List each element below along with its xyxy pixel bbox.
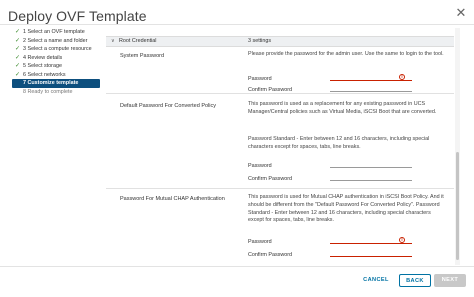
step-label: 6 Select networks bbox=[23, 71, 66, 78]
step-5[interactable]: ✓ 5 Select storage bbox=[12, 62, 100, 71]
converted-password-input[interactable] bbox=[330, 161, 412, 168]
footer-divider bbox=[0, 266, 474, 267]
step-label: 4 Review details bbox=[23, 54, 63, 61]
close-icon[interactable]: ✕ bbox=[454, 6, 468, 20]
wizard-steps: ✓ 1 Select an OVF template ✓ 2 Select a na… bbox=[12, 28, 100, 96]
confirm-password-label: Confirm Password bbox=[248, 87, 293, 93]
customize-template-panel: ∨ Root Credential 3 settings System Pass… bbox=[106, 28, 454, 265]
step-3[interactable]: ✓ 3 Select a compute resource bbox=[12, 45, 100, 54]
next-button[interactable]: NEXT bbox=[434, 274, 466, 287]
error-icon: ! bbox=[399, 237, 405, 243]
system-confirm-password-input[interactable] bbox=[330, 85, 412, 92]
check-icon: ✓ bbox=[14, 46, 21, 52]
converted-confirm-password-input[interactable] bbox=[330, 174, 412, 181]
chevron-down-icon[interactable]: ∨ bbox=[111, 37, 115, 46]
check-icon: ✓ bbox=[14, 37, 21, 44]
password-label: Password bbox=[248, 163, 272, 169]
section-root-credential[interactable]: ∨ Root Credential 3 settings bbox=[106, 36, 454, 47]
check-icon: ✓ bbox=[14, 63, 21, 69]
step-1[interactable]: ✓ 1 Select an OVF template bbox=[12, 28, 100, 37]
property-description: This password is used for Mutual CHAP au… bbox=[248, 194, 444, 224]
vertical-scrollbar-thumb[interactable] bbox=[456, 152, 459, 260]
property-converted-password: Default Password For Converted Policy Th… bbox=[106, 94, 454, 189]
property-label: Default Password For Converted Policy bbox=[120, 103, 216, 109]
property-chap-password: Password For Mutual CHAP Authentication … bbox=[106, 189, 454, 265]
step-label: 3 Select a compute resource bbox=[23, 46, 92, 52]
confirm-password-label: Confirm Password bbox=[248, 176, 293, 182]
step-7[interactable]: 7 Customize template bbox=[12, 79, 100, 88]
back-button[interactable]: BACK bbox=[399, 274, 431, 287]
step-4[interactable]: ✓ 4 Review details bbox=[12, 54, 100, 63]
property-description: This password is used as a replacement f… bbox=[248, 101, 437, 115]
step-label: 2 Select a name and folder bbox=[23, 37, 88, 44]
step-2[interactable]: ✓ 2 Select a name and folder bbox=[12, 37, 100, 46]
chap-confirm-password-input[interactable] bbox=[330, 250, 412, 257]
step-label: 5 Select storage bbox=[23, 63, 62, 69]
dialog-title: Deploy OVF Template bbox=[8, 8, 147, 24]
step-8: 8 Ready to complete bbox=[12, 88, 100, 97]
property-description: Please provide the password for the admi… bbox=[248, 51, 444, 57]
check-icon: ✓ bbox=[14, 29, 21, 35]
property-system-password: System Password Please provide the passw… bbox=[106, 47, 454, 94]
error-icon: ! bbox=[399, 74, 405, 80]
deploy-ovf-dialog: Deploy OVF Template ✕ ✓ 1 Select an OVF t… bbox=[0, 0, 474, 297]
step-6[interactable]: ✓ 6 Select networks bbox=[12, 71, 100, 80]
password-standard-text: Password Standard - Enter between 12 and… bbox=[248, 136, 430, 150]
step-label: 8 Ready to complete bbox=[23, 88, 73, 95]
property-label: Password For Mutual CHAP Authentication bbox=[120, 196, 225, 202]
section-count: 3 settings bbox=[248, 38, 272, 44]
cancel-button[interactable]: CANCEL bbox=[356, 274, 396, 287]
property-label: System Password bbox=[120, 53, 165, 59]
password-label: Password bbox=[248, 76, 272, 82]
check-icon: ✓ bbox=[14, 71, 21, 78]
step-label: 1 Select an OVF template bbox=[23, 29, 85, 35]
confirm-password-label: Confirm Password bbox=[248, 252, 293, 258]
step-label: 7 Customize template bbox=[23, 80, 79, 86]
password-label: Password bbox=[248, 239, 272, 245]
header-divider bbox=[0, 24, 474, 25]
section-name: Root Credential bbox=[119, 38, 157, 44]
check-icon: ✓ bbox=[14, 54, 21, 61]
